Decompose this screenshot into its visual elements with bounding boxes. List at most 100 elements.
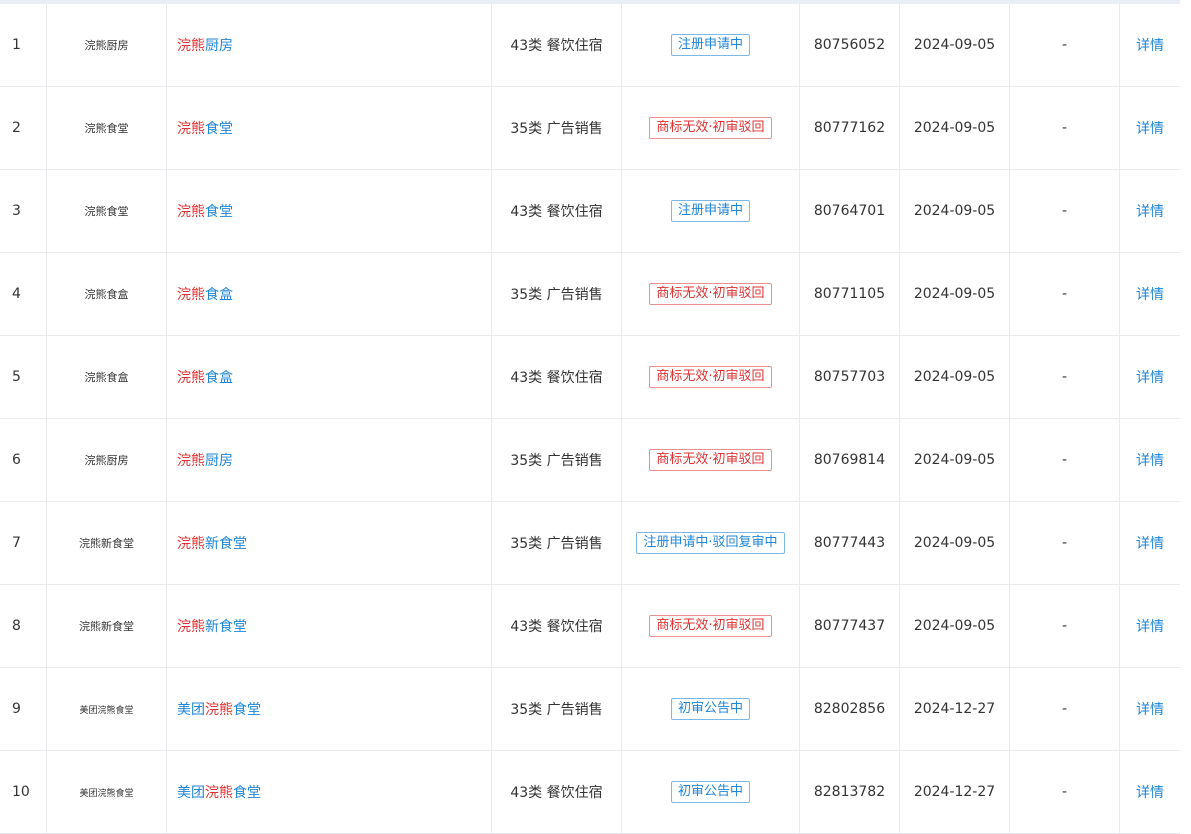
status-cell: 商标无效·初审驳回 [622,336,800,418]
application-date: 2024-09-05 [900,87,1010,169]
trademark-class: 43类 餐饮住宿 [492,170,622,252]
status-cell: 初审公告中 [622,751,800,833]
trademark-logo-image: 美团浣熊食堂 [47,668,167,750]
status-badge: 商标无效·初审驳回 [649,117,772,139]
empty-field: - [1010,668,1120,750]
empty-field: - [1010,751,1120,833]
details-link[interactable]: 详情 [1120,419,1180,501]
row-index: 10 [0,751,47,833]
trademark-class: 43类 餐饮住宿 [492,751,622,833]
trademark-logo-image: 浣熊新食堂 [47,502,167,584]
registration-number: 80771105 [800,253,900,335]
empty-field: - [1010,585,1120,667]
trademark-name-highlight: 浣熊 [177,121,205,137]
row-index: 1 [0,4,47,86]
trademark-class: 43类 餐饮住宿 [492,336,622,418]
trademark-name-link[interactable]: 浣熊 厨房 [167,419,492,501]
details-link[interactable]: 详情 [1120,585,1180,667]
details-link[interactable]: 详情 [1120,170,1180,252]
status-badge: 商标无效·初审驳回 [649,283,772,305]
trademark-name-suffix: 食堂 [205,204,233,220]
table-row: 2 浣熊食堂 浣熊 食堂 35类 广告销售 商标无效·初审驳回 80777162 2024-0… [0,87,1180,170]
application-date: 2024-09-05 [900,4,1010,86]
trademark-logo-image: 浣熊厨房 [47,4,167,86]
trademark-name-highlight: 浣熊 [177,287,205,303]
table-row: 8 浣熊新食堂 浣熊 新食堂 43类 餐饮住宿 商标无效·初审驳回 80777437 2024… [0,585,1180,668]
trademark-name-link[interactable]: 浣熊 新食堂 [167,585,492,667]
registration-number: 82813782 [800,751,900,833]
trademark-class: 35类 广告销售 [492,668,622,750]
table-row: 4 浣熊食盒 浣熊 食盒 35类 广告销售 商标无效·初审驳回 80771105 2024-0… [0,253,1180,336]
details-link[interactable]: 详情 [1120,253,1180,335]
empty-field: - [1010,336,1120,418]
trademark-name-link[interactable]: 浣熊 食堂 [167,170,492,252]
application-date: 2024-09-05 [900,336,1010,418]
status-badge: 商标无效·初审驳回 [649,366,772,388]
empty-field: - [1010,502,1120,584]
application-date: 2024-09-05 [900,253,1010,335]
status-cell: 注册申请中 [622,4,800,86]
trademark-name-prefix: 美团 [177,702,205,718]
trademark-name-link[interactable]: 浣熊 新食堂 [167,502,492,584]
trademark-class: 35类 广告销售 [492,87,622,169]
empty-field: - [1010,4,1120,86]
trademark-name-link[interactable]: 浣熊 食堂 [167,87,492,169]
trademark-name-highlight: 浣熊 [205,702,233,718]
registration-number: 80757703 [800,336,900,418]
trademark-name-link[interactable]: 浣熊 食盒 [167,336,492,418]
trademark-class: 35类 广告销售 [492,502,622,584]
trademark-name-link[interactable]: 浣熊 厨房 [167,4,492,86]
row-index: 6 [0,419,47,501]
trademark-name-link[interactable]: 浣熊 食盒 [167,253,492,335]
trademark-name-highlight: 浣熊 [177,619,205,635]
status-badge: 商标无效·初审驳回 [649,449,772,471]
registration-number: 80769814 [800,419,900,501]
application-date: 2024-09-05 [900,170,1010,252]
trademark-name-suffix: 新食堂 [205,619,247,635]
empty-field: - [1010,87,1120,169]
trademark-logo-image: 美团浣熊食堂 [47,751,167,833]
details-link[interactable]: 详情 [1120,4,1180,86]
trademark-name-suffix: 食盒 [205,370,233,386]
status-badge: 注册申请中 [670,34,750,56]
details-link[interactable]: 详情 [1120,668,1180,750]
registration-number: 80777162 [800,87,900,169]
row-index: 8 [0,585,47,667]
details-link[interactable]: 详情 [1120,751,1180,833]
trademark-class: 43类 餐饮住宿 [492,4,622,86]
status-badge: 注册申请中·驳回复审中 [636,532,785,554]
trademark-name-link[interactable]: 美团 浣熊 食堂 [167,668,492,750]
registration-number: 80777443 [800,502,900,584]
trademark-name-highlight: 浣熊 [177,38,205,54]
status-cell: 注册申请中·驳回复审中 [622,502,800,584]
status-cell: 初审公告中 [622,668,800,750]
details-link[interactable]: 详情 [1120,87,1180,169]
trademark-name-suffix: 食堂 [205,121,233,137]
trademark-name-suffix: 新食堂 [205,536,247,552]
trademark-class: 43类 餐饮住宿 [492,585,622,667]
trademark-logo-image: 浣熊食盒 [47,336,167,418]
status-cell: 商标无效·初审驳回 [622,253,800,335]
details-link[interactable]: 详情 [1120,502,1180,584]
application-date: 2024-09-05 [900,585,1010,667]
application-date: 2024-09-05 [900,419,1010,501]
trademark-name-suffix: 厨房 [205,453,233,469]
status-badge: 商标无效·初审驳回 [649,615,772,637]
trademark-logo-image: 浣熊厨房 [47,419,167,501]
trademark-class: 35类 广告销售 [492,419,622,501]
details-link[interactable]: 详情 [1120,336,1180,418]
trademark-name-link[interactable]: 美团 浣熊 食堂 [167,751,492,833]
table-row: 1 浣熊厨房 浣熊 厨房 43类 餐饮住宿 注册申请中 80756052 2024-09-05… [0,4,1180,87]
row-index: 9 [0,668,47,750]
status-badge: 初审公告中 [670,698,750,720]
table-row: 3 浣熊食堂 浣熊 食堂 43类 餐饮住宿 注册申请中 80764701 2024-09-05… [0,170,1180,253]
application-date: 2024-12-27 [900,668,1010,750]
table-row: 9 美团浣熊食堂 美团 浣熊 食堂 35类 广告销售 初审公告中 82802856 2024-1… [0,668,1180,751]
status-badge: 初审公告中 [670,781,750,803]
registration-number: 80777437 [800,585,900,667]
trademark-name-highlight: 浣熊 [205,785,233,801]
trademark-logo-image: 浣熊食堂 [47,87,167,169]
application-date: 2024-09-05 [900,502,1010,584]
trademark-name-suffix: 食堂 [233,702,261,718]
registration-number: 80764701 [800,170,900,252]
